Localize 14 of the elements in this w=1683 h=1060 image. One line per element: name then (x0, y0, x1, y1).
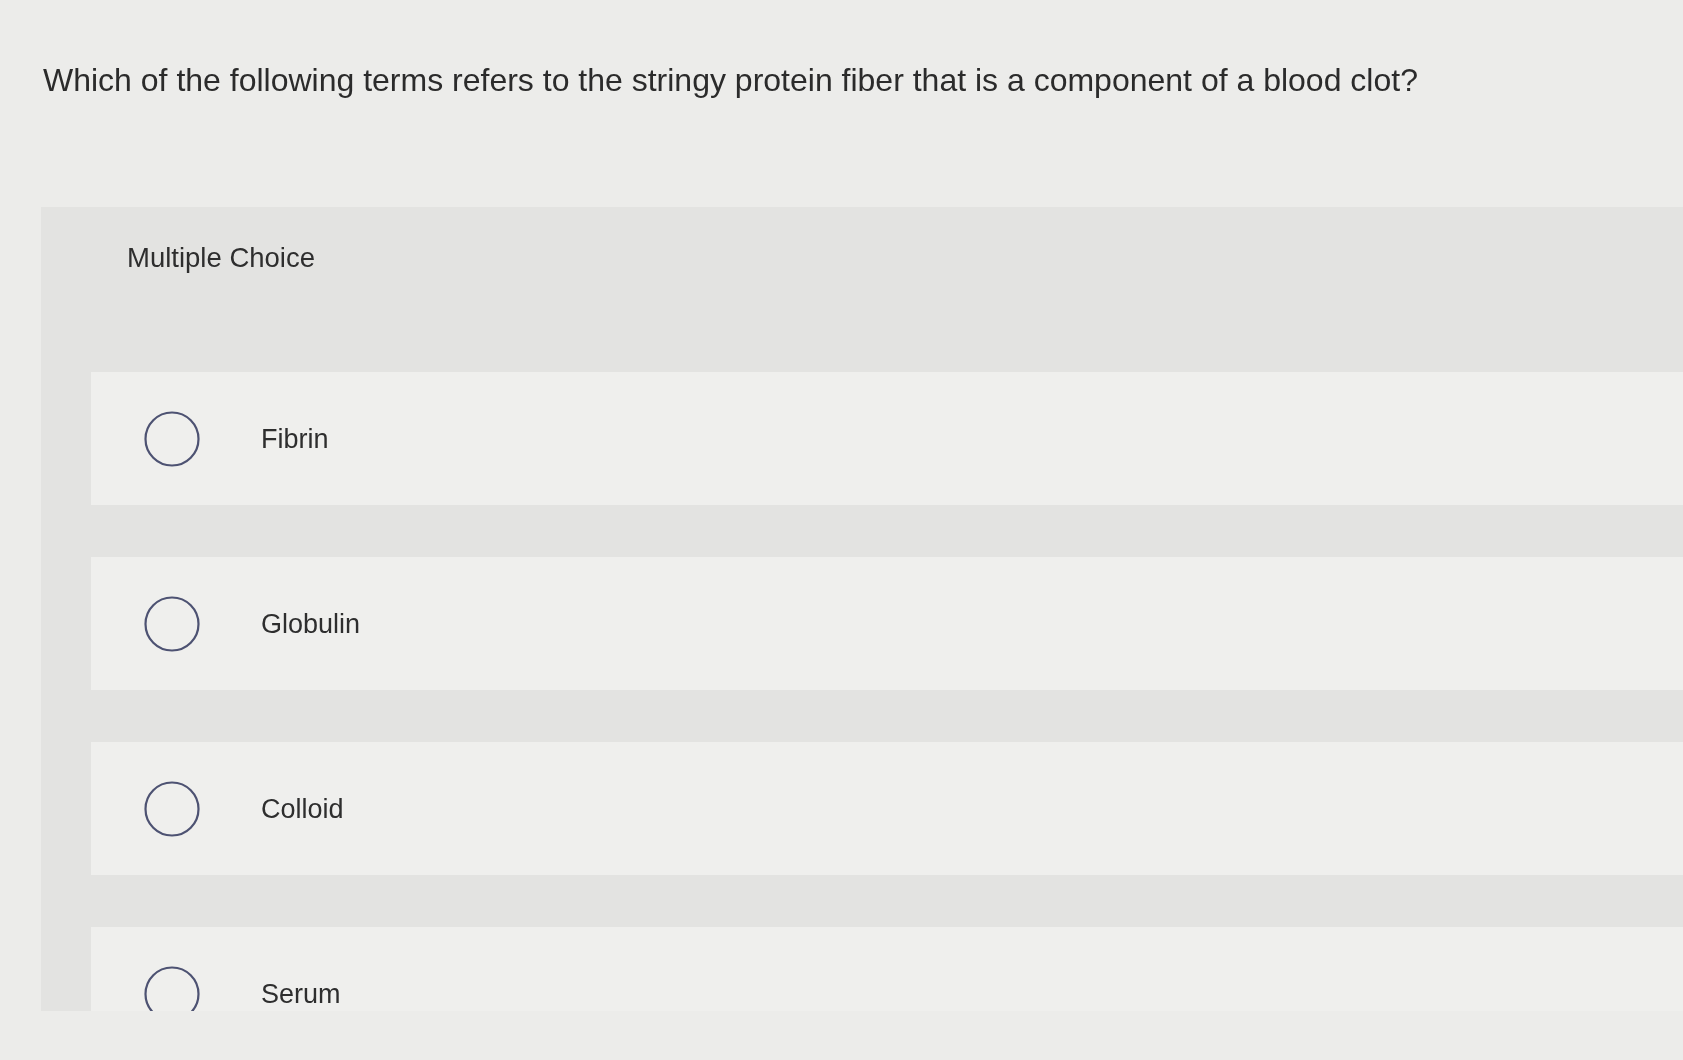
radio-button-icon[interactable] (144, 780, 200, 837)
radio-button-icon[interactable] (144, 410, 200, 467)
answer-option[interactable]: Fibrin (91, 372, 1683, 505)
question-type-label: Multiple Choice (127, 241, 315, 274)
radio-button-icon[interactable] (144, 595, 200, 652)
option-label: Fibrin (261, 422, 329, 455)
question-text: Which of the following terms refers to the stringy protein fiber that is a component of a blood clot? (43, 61, 1418, 99)
answer-option[interactable]: Globulin (91, 557, 1683, 690)
option-label: Serum (261, 977, 341, 1010)
option-label: Globulin (261, 607, 361, 640)
radio-button-icon[interactable] (144, 965, 200, 1011)
answer-option[interactable]: Serum (91, 927, 1683, 1011)
option-label: Colloid (261, 792, 344, 825)
answer-option[interactable]: Colloid (91, 742, 1683, 875)
